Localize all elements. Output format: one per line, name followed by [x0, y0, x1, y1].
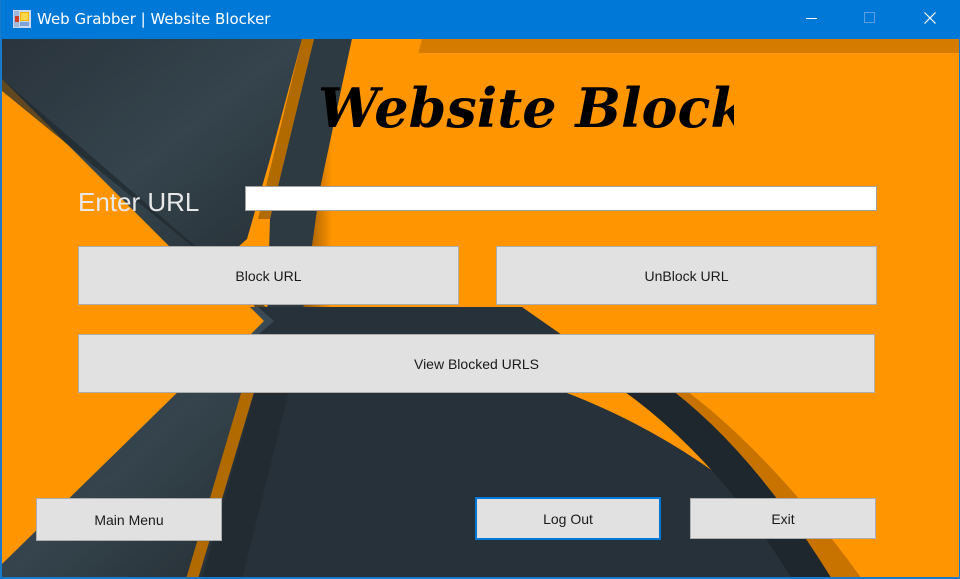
block-url-button[interactable]: Block URL	[78, 246, 459, 305]
page-heading: Website Blocker	[318, 76, 734, 140]
window-title: Web Grabber | Website Blocker	[37, 10, 271, 28]
page-heading-text: Website Blocker	[318, 76, 734, 140]
unblock-url-button[interactable]: UnBlock URL	[496, 246, 877, 305]
url-label: Enter URL	[78, 187, 200, 217]
view-blocked-urls-button[interactable]: View Blocked URLS	[78, 334, 875, 393]
title-bar[interactable]: Web Grabber | Website Blocker	[1, 0, 960, 39]
maximize-icon	[864, 11, 876, 29]
minimize-button[interactable]	[789, 0, 835, 39]
close-icon	[924, 11, 936, 29]
windows-form-icon	[13, 10, 31, 28]
log-out-button[interactable]: Log Out	[475, 497, 661, 540]
main-menu-button[interactable]: Main Menu	[36, 498, 222, 541]
app-window: Web Grabber | Website Blocker Website Bl…	[0, 0, 960, 579]
minimize-icon	[806, 11, 818, 29]
maximize-button[interactable]	[847, 0, 893, 39]
close-button[interactable]	[907, 0, 953, 39]
exit-button[interactable]: Exit	[690, 498, 876, 539]
form-client-area: Website Blocker Enter URL Block URL UnBl…	[2, 39, 959, 577]
url-input[interactable]	[245, 186, 877, 211]
